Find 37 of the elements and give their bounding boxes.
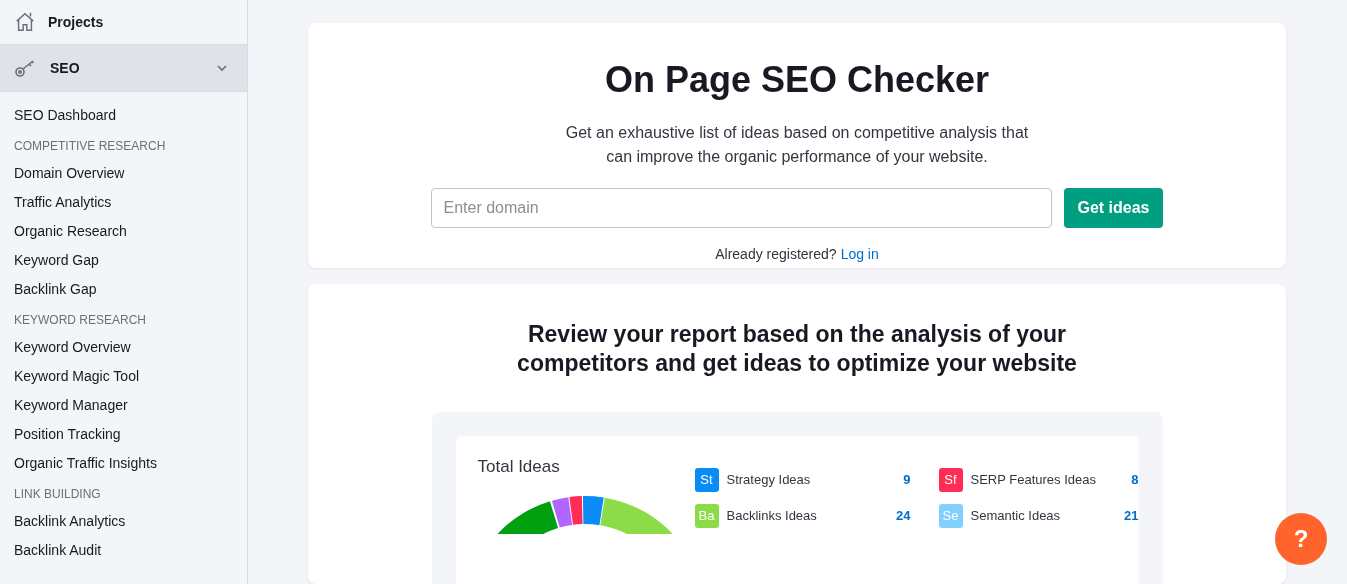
page-subtitle: Get an exhaustive list of ideas based on competitive analysis that can improve the organic performance of your website. xyxy=(564,123,1030,167)
sidebar-link[interactable]: Position Tracking xyxy=(0,420,247,449)
sidebar-section-heading: LINK BUILDING xyxy=(13,486,102,503)
idea-count-link[interactable]: 24 xyxy=(896,506,911,526)
idea-type-badge: Sf xyxy=(938,468,963,492)
idea-type-label: SERP Features Ideas xyxy=(970,471,1097,490)
sidebar-link[interactable]: Keyword Manager xyxy=(0,391,247,420)
sidebar-link[interactable]: Traffic Analytics xyxy=(0,188,247,217)
sidebar-section-heading: COMPETITIVE RESEARCH xyxy=(13,138,167,155)
idea-type-label: Semantic Ideas xyxy=(970,507,1062,526)
sidebar-link[interactable]: Backlink Gap xyxy=(0,275,247,304)
idea-count-link[interactable]: 9 xyxy=(903,470,911,490)
sidebar-link[interactable]: Keyword Magic Tool xyxy=(0,362,247,391)
sidebar-link[interactable]: SEO Dashboard xyxy=(0,101,247,130)
idea-count-link[interactable]: 21 xyxy=(1124,506,1139,526)
idea-type-badge: Ba xyxy=(694,504,719,528)
domain-input-field[interactable]: Enter domain xyxy=(431,188,1053,228)
sidebar-link[interactable]: Backlink Analytics xyxy=(0,507,247,536)
sidebar-link[interactable]: Keyword Overview xyxy=(0,333,247,362)
sidebar-link[interactable]: Organic Traffic Insights xyxy=(0,449,247,478)
report-title: Review your report based on the analysis of your competitors and get ideas to optimize your website xyxy=(516,320,1078,378)
sidebar-link[interactable]: Domain Overview xyxy=(0,159,247,188)
sidebar-link[interactable]: Keyword Gap xyxy=(0,246,247,275)
idea-type-badge: Se xyxy=(938,504,963,528)
total-ideas-title: Total Ideas xyxy=(477,456,561,478)
sidebar-link[interactable]: Organic Research xyxy=(0,217,247,246)
login-link[interactable]: Log in xyxy=(840,244,879,265)
idea-type-label: Strategy Ideas xyxy=(726,471,812,490)
login-prompt: Already registered? xyxy=(715,245,837,264)
sidebar-section-heading: KEYWORD RESEARCH xyxy=(13,312,148,329)
idea-type-badge: St xyxy=(694,468,719,492)
idea-type-label: Backlinks Ideas xyxy=(726,507,818,526)
idea-count-link[interactable]: 8 xyxy=(1131,470,1139,490)
seo-section-header[interactable]: SEO xyxy=(0,45,247,92)
sidebar-link[interactable]: Backlink Audit xyxy=(0,536,247,565)
page-title: On Page SEO Checker xyxy=(604,58,990,102)
home-icon xyxy=(14,11,36,33)
